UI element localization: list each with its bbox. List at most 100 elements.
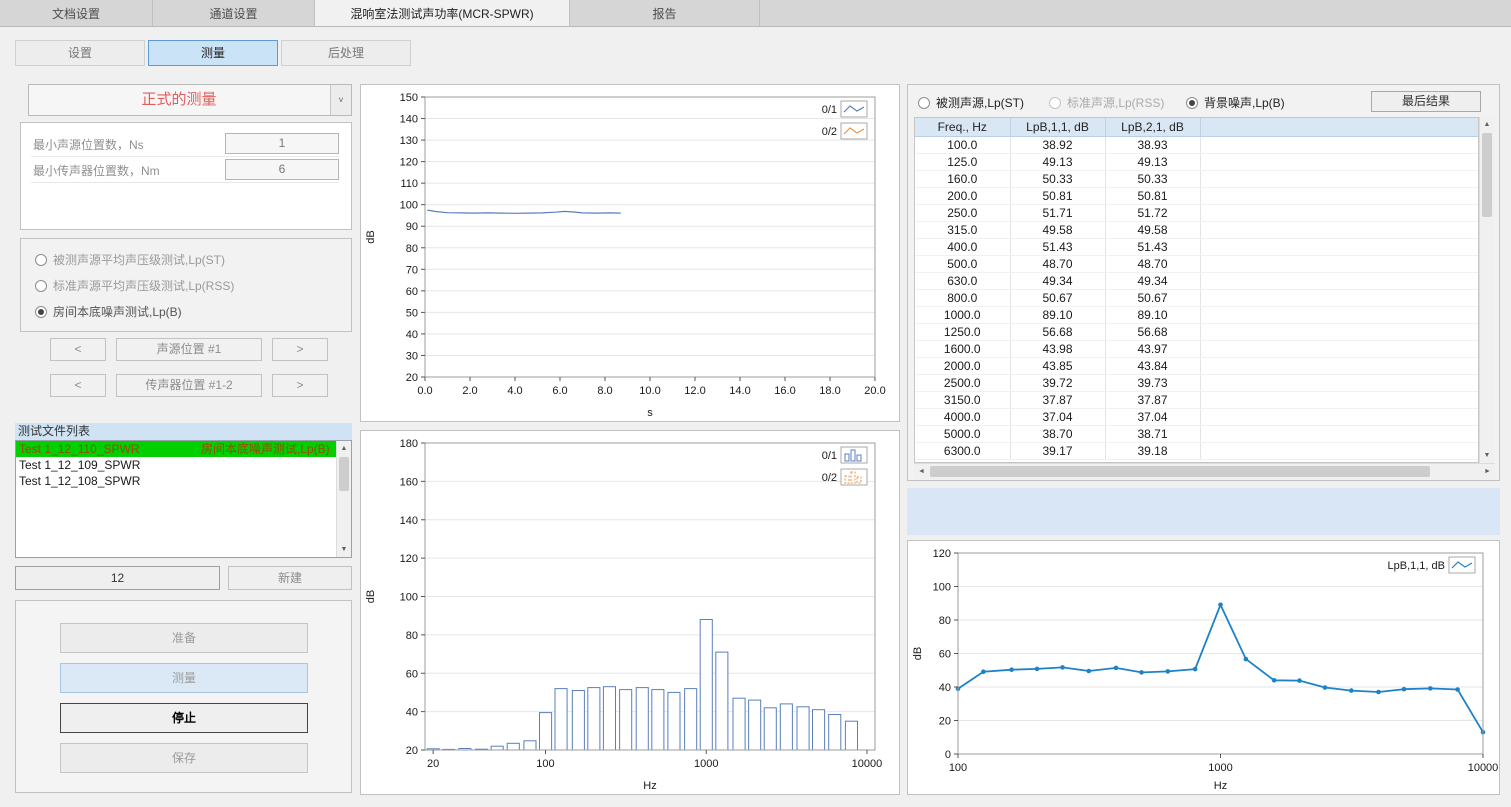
table-cell[interactable]: 2500.0 xyxy=(915,374,1010,391)
table-cell[interactable]: 43.85 xyxy=(1010,357,1105,374)
subtab-measure[interactable]: 测量 xyxy=(148,40,278,66)
table-cell[interactable]: 38.92 xyxy=(1010,136,1105,153)
scrollbar-thumb[interactable] xyxy=(1482,133,1492,217)
prepare-button[interactable]: 准备 xyxy=(60,623,308,653)
file-list-scrollbar[interactable]: ▲ ▼ xyxy=(336,441,351,557)
scroll-down-icon[interactable]: ▼ xyxy=(1480,448,1494,463)
table-row[interactable]: 125.049.1349.13 xyxy=(915,153,1478,170)
table-cell[interactable]: 3150.0 xyxy=(915,391,1010,408)
radio-lprss[interactable] xyxy=(35,280,47,292)
new-file-button[interactable]: 新建 xyxy=(228,566,352,590)
table-cell[interactable]: 56.68 xyxy=(1010,323,1105,340)
table-cell[interactable]: 50.33 xyxy=(1010,170,1105,187)
table-row[interactable]: 400.051.4351.43 xyxy=(915,238,1478,255)
table-cell[interactable]: 49.34 xyxy=(1105,272,1200,289)
scrollbar-thumb[interactable] xyxy=(339,457,349,491)
scroll-right-icon[interactable]: ► xyxy=(1480,464,1495,479)
table-row[interactable]: 1250.056.6856.68 xyxy=(915,323,1478,340)
table-cell[interactable]: 315.0 xyxy=(915,221,1010,238)
mic-pos-next-button[interactable]: > xyxy=(272,374,328,397)
table-cell[interactable]: 630.0 xyxy=(915,272,1010,289)
table-cell[interactable]: 38.70 xyxy=(1010,425,1105,442)
table-cell[interactable]: 43.98 xyxy=(1010,340,1105,357)
table-cell[interactable]: 400.0 xyxy=(915,238,1010,255)
table-cell[interactable]: 43.97 xyxy=(1105,340,1200,357)
table-cell[interactable]: 38.71 xyxy=(1105,425,1200,442)
table-cell[interactable]: 39.72 xyxy=(1010,374,1105,391)
table-cell[interactable]: 5000.0 xyxy=(915,425,1010,442)
table-row[interactable]: 630.049.3449.34 xyxy=(915,272,1478,289)
table-cell[interactable]: 1250.0 xyxy=(915,323,1010,340)
table-cell[interactable]: 48.70 xyxy=(1010,255,1105,272)
file-count-button[interactable]: 12 xyxy=(15,566,220,590)
table-cell[interactable]: 39.18 xyxy=(1105,442,1200,459)
table-horizontal-scrollbar[interactable]: ◄ ► xyxy=(914,463,1495,479)
table-row[interactable]: 6300.039.1739.18 xyxy=(915,442,1478,459)
source-pos-next-button[interactable]: > xyxy=(272,338,328,361)
table-cell[interactable]: 500.0 xyxy=(915,255,1010,272)
measurement-mode-select[interactable]: 正式的测量 ˅ xyxy=(28,84,352,116)
table-cell[interactable]: 56.68 xyxy=(1105,323,1200,340)
table-cell[interactable]: 37.87 xyxy=(1010,391,1105,408)
table-cell[interactable]: 49.13 xyxy=(1010,153,1105,170)
table-cell[interactable]: 49.58 xyxy=(1010,221,1105,238)
radio-result-lpst[interactable] xyxy=(918,97,930,109)
mic-pos-prev-button[interactable]: < xyxy=(50,374,106,397)
table-cell[interactable]: 43.84 xyxy=(1105,357,1200,374)
table-cell[interactable]: 1600.0 xyxy=(915,340,1010,357)
radio-lpb[interactable] xyxy=(35,306,47,318)
table-cell[interactable]: 160.0 xyxy=(915,170,1010,187)
table-row[interactable]: 800.050.6750.67 xyxy=(915,289,1478,306)
table-row[interactable]: 500.048.7048.70 xyxy=(915,255,1478,272)
table-row[interactable]: 4000.037.0437.04 xyxy=(915,408,1478,425)
table-cell[interactable]: 100.0 xyxy=(915,136,1010,153)
table-cell[interactable]: 89.10 xyxy=(1105,306,1200,323)
table-cell[interactable]: 51.43 xyxy=(1105,238,1200,255)
table-row[interactable]: 1000.089.1089.10 xyxy=(915,306,1478,323)
table-row[interactable]: 100.038.9238.93 xyxy=(915,136,1478,153)
subtab-postprocess[interactable]: 后处理 xyxy=(281,40,411,66)
table-cell[interactable]: 4000.0 xyxy=(915,408,1010,425)
table-cell[interactable]: 50.81 xyxy=(1105,187,1200,204)
table-row[interactable]: 5000.038.7038.71 xyxy=(915,425,1478,442)
col-header-lpb21[interactable]: LpB,2,1, dB xyxy=(1105,118,1200,136)
table-cell[interactable]: 48.70 xyxy=(1105,255,1200,272)
table-cell[interactable]: 39.17 xyxy=(1010,442,1105,459)
table-cell[interactable]: 2000.0 xyxy=(915,357,1010,374)
scroll-down-icon[interactable]: ▼ xyxy=(337,542,351,557)
col-header-freq[interactable]: Freq., Hz xyxy=(915,118,1010,136)
table-row[interactable]: 1600.043.9843.97 xyxy=(915,340,1478,357)
source-pos-button[interactable]: 声源位置 #1 xyxy=(116,338,262,361)
table-cell[interactable]: 37.04 xyxy=(1010,408,1105,425)
table-cell[interactable]: 6300.0 xyxy=(915,442,1010,459)
measure-button[interactable]: 测量 xyxy=(60,663,308,693)
tab-report[interactable]: 报告 xyxy=(570,0,760,26)
table-row[interactable]: 160.050.3350.33 xyxy=(915,170,1478,187)
table-cell[interactable]: 51.72 xyxy=(1105,204,1200,221)
table-cell[interactable]: 51.71 xyxy=(1010,204,1105,221)
table-row[interactable]: 200.050.8150.81 xyxy=(915,187,1478,204)
final-result-button[interactable]: 最后结果 xyxy=(1371,91,1481,112)
table-cell[interactable]: 200.0 xyxy=(915,187,1010,204)
table-cell[interactable]: 50.67 xyxy=(1010,289,1105,306)
tab-mcr-spwr[interactable]: 混响室法测试声功率(MCR-SPWR) xyxy=(315,0,570,26)
table-cell[interactable]: 49.13 xyxy=(1105,153,1200,170)
scrollbar-thumb[interactable] xyxy=(930,466,1430,477)
scroll-up-icon[interactable]: ▲ xyxy=(1480,117,1494,132)
table-cell[interactable]: 38.93 xyxy=(1105,136,1200,153)
table-row[interactable]: 250.051.7151.72 xyxy=(915,204,1478,221)
col-header-lpb11[interactable]: LpB,1,1, dB xyxy=(1010,118,1105,136)
tab-channel-settings[interactable]: 通道设置 xyxy=(153,0,315,26)
table-row[interactable]: 315.049.5849.58 xyxy=(915,221,1478,238)
radio-lpst[interactable] xyxy=(35,254,47,266)
tab-document-settings[interactable]: 文档设置 xyxy=(0,0,153,26)
table-cell[interactable]: 250.0 xyxy=(915,204,1010,221)
table-row[interactable]: 3150.037.8737.87 xyxy=(915,391,1478,408)
mic-pos-button[interactable]: 传声器位置 #1-2 xyxy=(116,374,262,397)
table-cell[interactable]: 800.0 xyxy=(915,289,1010,306)
table-cell[interactable]: 37.04 xyxy=(1105,408,1200,425)
table-cell[interactable]: 50.67 xyxy=(1105,289,1200,306)
table-cell[interactable]: 39.73 xyxy=(1105,374,1200,391)
table-cell[interactable]: 125.0 xyxy=(915,153,1010,170)
radio-result-lpb[interactable] xyxy=(1186,97,1198,109)
